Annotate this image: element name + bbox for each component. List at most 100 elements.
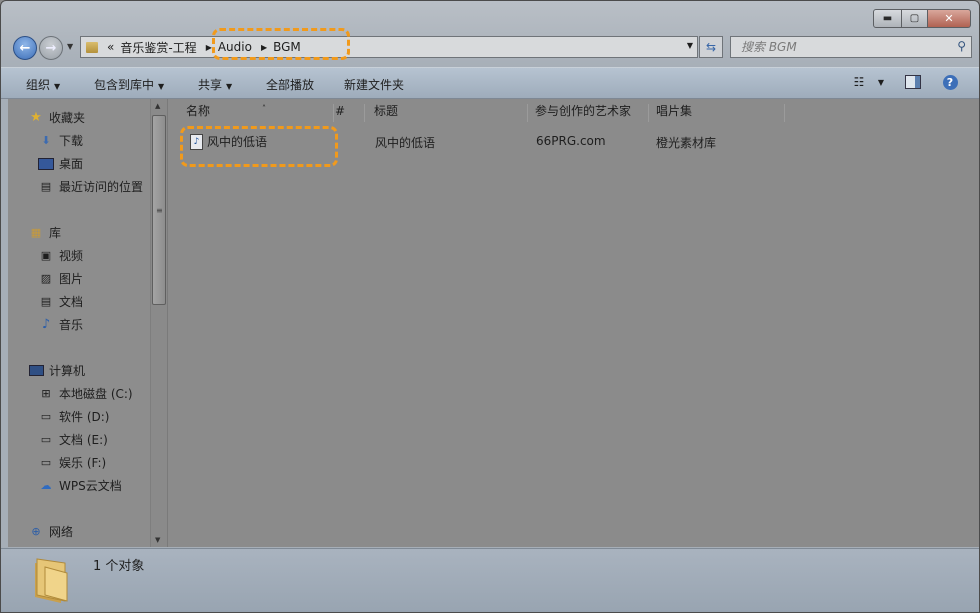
search-icon[interactable]: ⚲	[957, 39, 966, 53]
album-cell: 橙光素材库	[656, 136, 717, 150]
column-header-artist[interactable]: 参与创作的艺术家	[528, 104, 649, 122]
sidebar-item-computer[interactable]: 计算机	[28, 362, 85, 379]
sidebar-item-documents[interactable]: ▤ 文档	[38, 293, 83, 310]
chevron-down-icon: ▼	[158, 82, 165, 91]
forward-button[interactable]: →	[39, 36, 63, 60]
file-list: ˄ 名称 # 标题 参与创作的艺术家 唱片集 ♪ 风中的低语 风中的低语 66PR…	[167, 99, 979, 547]
sidebar-label: 网络	[49, 525, 74, 539]
sidebar-label: 图片	[59, 272, 84, 286]
recent-pages-dropdown[interactable]: ▼	[67, 42, 73, 51]
video-icon: ▣	[40, 249, 52, 262]
forward-arrow-icon: →	[45, 40, 57, 56]
sidebar-label: 文档 (E:)	[59, 433, 108, 447]
organize-menu[interactable]: 组织 ▼	[26, 76, 60, 93]
include-in-library-menu[interactable]: 包含到库中 ▼	[94, 76, 164, 93]
sidebar-item-favorites[interactable]: ★ 收藏夹	[28, 109, 85, 126]
column-header-name[interactable]: ˄ 名称	[179, 104, 334, 122]
search-box[interactable]: ⚲	[730, 36, 972, 58]
folder-icon	[35, 558, 68, 603]
sidebar-label: 最近访问的位置	[59, 180, 144, 194]
sidebar-label: 桌面	[59, 157, 84, 171]
sidebar-label: 库	[49, 226, 62, 240]
computer-icon	[28, 364, 44, 378]
sidebar-item-libraries[interactable]: ▦ 库	[28, 224, 61, 241]
breadcrumb-chevron-icon[interactable]: ▶	[206, 43, 212, 52]
chevron-down-icon: ▼	[54, 82, 61, 91]
file-highlight	[180, 126, 338, 167]
breadcrumb-overflow[interactable]: «	[107, 40, 114, 54]
new-folder-button[interactable]: 新建文件夹	[344, 76, 404, 93]
navigation-scrollbar[interactable]: ▲ ≡ ▼	[150, 99, 167, 547]
folder-icon	[86, 41, 98, 53]
sidebar-label: WPS云文档	[59, 479, 122, 493]
sidebar-item-desktop[interactable]: 桌面	[38, 155, 83, 172]
sidebar-item-wps-cloud[interactable]: ☁ WPS云文档	[38, 477, 122, 494]
drive-icon: ▭	[40, 433, 52, 446]
breadcrumb-item[interactable]: 音乐鉴赏-工程	[120, 39, 196, 56]
cloud-icon: ☁	[40, 479, 52, 492]
sidebar-label: 文档	[59, 295, 84, 309]
refresh-button[interactable]: ⇆	[699, 36, 723, 58]
maximize-button[interactable]: ▢	[902, 9, 928, 28]
picture-icon: ▨	[40, 272, 52, 285]
download-folder-icon: ⬇	[41, 134, 51, 147]
window-controls: ▬ ▢ ✕	[873, 9, 971, 28]
recent-places-icon: ▤	[40, 180, 52, 193]
sidebar-item-drive-f[interactable]: ▭ 娱乐 (F:)	[38, 454, 106, 471]
desktop-icon	[38, 157, 54, 171]
back-button[interactable]: ←	[13, 36, 37, 60]
drive-icon: ▭	[40, 410, 52, 423]
scrollbar-thumb[interactable]: ≡	[152, 115, 166, 305]
chevron-down-icon: ▼	[226, 82, 233, 91]
close-button[interactable]: ✕	[928, 9, 971, 28]
column-header-number[interactable]: #	[328, 104, 365, 122]
minimize-button[interactable]: ▬	[873, 9, 902, 28]
share-label: 共享	[198, 78, 223, 92]
view-dropdown-icon[interactable]: ▼	[872, 73, 890, 91]
sidebar-label: 视频	[59, 249, 84, 263]
command-bar: 组织 ▼ 包含到库中 ▼ 共享 ▼ 全部播放 新建文件夹 ☷ ▼ ?	[1, 67, 979, 99]
drive-icon: ▭	[40, 456, 52, 469]
refresh-icon: ⇆	[705, 40, 717, 54]
share-menu[interactable]: 共享 ▼	[198, 76, 232, 93]
search-input[interactable]	[739, 39, 953, 55]
sidebar-label: 收藏夹	[49, 111, 86, 125]
library-icon: ▦	[30, 226, 42, 239]
scroll-down-icon[interactable]: ▼	[155, 536, 160, 544]
sidebar-label: 音乐	[59, 318, 84, 332]
sidebar-item-drive-c[interactable]: ⊞ 本地磁盘 (C:)	[38, 385, 133, 402]
sidebar-item-recent[interactable]: ▤ 最近访问的位置	[38, 178, 143, 195]
explorer-window: ▬ ▢ ✕ ← → ▼ « 音乐鉴赏-工程 ▶ Audio ▶ BGM ▼ ⇆ …	[0, 0, 980, 613]
sidebar-label: 软件 (D:)	[59, 410, 110, 424]
title-cell: 风中的低语	[375, 136, 436, 150]
preview-pane-icon[interactable]	[904, 73, 922, 91]
play-all-button[interactable]: 全部播放	[266, 76, 314, 93]
include-label: 包含到库中	[94, 78, 155, 92]
column-header-album[interactable]: 唱片集	[649, 104, 785, 122]
navigation-pane: ★ 收藏夹 ⬇ 下载 桌面 ▤ 最近访问的位置 ▦ 库 ▣ 视频 ▨ 图片 ▤ 文档 ♪ 音乐 …	[8, 99, 150, 547]
column-header-title[interactable]: 标题	[367, 104, 528, 122]
sidebar-label: 娱乐 (F:)	[59, 456, 107, 470]
sidebar-item-drive-e[interactable]: ▭ 文档 (E:)	[38, 431, 108, 448]
grip-icon: ≡	[156, 206, 163, 215]
sidebar-item-pictures[interactable]: ▨ 图片	[38, 270, 83, 287]
help-icon[interactable]: ?	[941, 73, 959, 91]
address-history-dropdown[interactable]: ▼	[687, 41, 693, 50]
breadcrumb-highlight	[212, 28, 350, 60]
item-count: 1 个对象	[93, 559, 145, 574]
sidebar-item-downloads[interactable]: ⬇ 下载	[38, 132, 83, 149]
system-drive-icon: ⊞	[41, 387, 51, 400]
sidebar-item-videos[interactable]: ▣ 视频	[38, 247, 83, 264]
sidebar-item-network[interactable]: ⊕ 网络	[28, 523, 73, 540]
sidebar-item-music[interactable]: ♪ 音乐	[38, 316, 83, 333]
scroll-up-icon[interactable]: ▲	[155, 102, 160, 110]
view-options-icon[interactable]: ☷	[850, 73, 868, 91]
sidebar-label: 本地磁盘 (C:)	[59, 387, 133, 401]
address-bar[interactable]: « 音乐鉴赏-工程 ▶ Audio ▶ BGM ▼	[80, 36, 698, 58]
artist-cell: 66PRG.com	[536, 134, 606, 148]
sidebar-item-drive-d[interactable]: ▭ 软件 (D:)	[38, 408, 110, 425]
network-icon: ⊕	[31, 525, 41, 538]
column-label: 名称	[186, 104, 211, 118]
document-icon: ▤	[40, 295, 52, 308]
back-arrow-icon: ←	[19, 40, 31, 56]
